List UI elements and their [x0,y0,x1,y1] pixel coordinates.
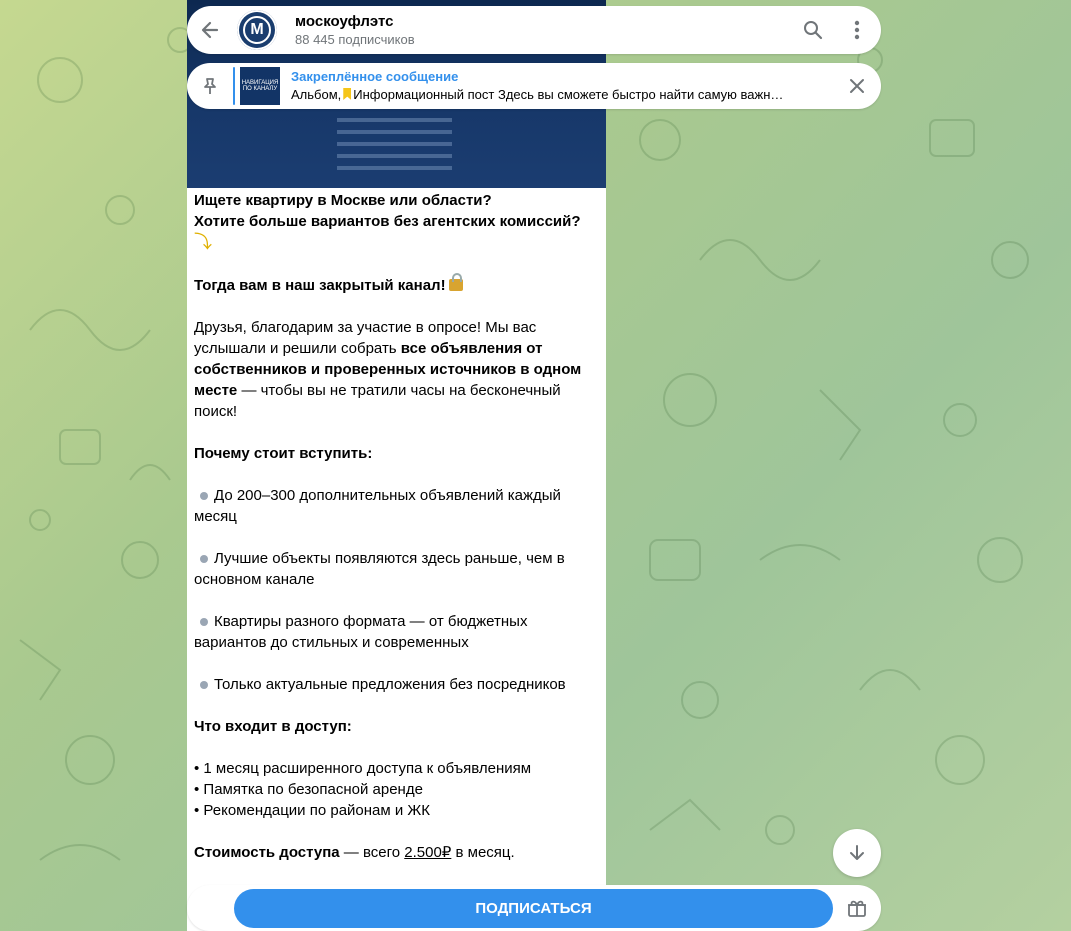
pin-icon[interactable] [192,68,228,104]
scroll-to-bottom-button[interactable] [833,829,881,877]
arrow-down-icon [850,845,864,860]
arrow-down-emoji: ⤵ [194,232,212,252]
back-arrow-icon[interactable] [192,12,228,48]
chat-header: M москоуфлэтс 88 445 подписчиков [187,6,881,54]
bullet-dot-icon [200,554,208,563]
bullet-dot-icon [200,617,208,626]
more-vertical-icon[interactable] [839,12,875,48]
lock-emoji-icon [448,273,463,291]
benefit-item: Только актуальные предложения без посред… [194,674,604,695]
question-line: Хотите больше вариантов без агентских ко… [194,213,581,230]
price-value: 2.500₽ [404,844,452,861]
cta-line: Тогда вам в наш закрытый канал! [194,273,604,296]
benefit-item: Квартиры разного формата — от бюджетных … [194,613,528,651]
benefit-item: Лучшие объекты появляются здесь раньше, … [194,550,565,588]
includes-item: • Рекомендации по районам и ЖК [194,802,431,819]
pinned-message-bar[interactable]: НАВИГАЦИЯ ПО КАНАЛУ Закреплённое сообщен… [187,63,881,109]
bullet-dot-icon [200,491,208,500]
question-line: Ищете квартиру в Москве или области? [194,192,492,209]
intro-paragraph: Друзья, благодарим за участие в опросе! … [194,319,582,420]
includes-item: • 1 месяц расширенного доступа к объявле… [194,760,532,777]
channel-title[interactable]: москоуфлэтс [295,13,393,30]
pinned-thumbnail: НАВИГАЦИЯ ПО КАНАЛУ [240,67,280,105]
search-icon[interactable] [795,12,831,48]
pinned-accent-bar [233,67,235,105]
benefit-item: До 200–300 дополнительных объявлений каж… [194,487,561,525]
bullet-dot-icon [200,680,208,689]
subscribe-button[interactable]: ПОДПИСАТЬСЯ [234,889,833,928]
close-icon[interactable] [839,68,875,104]
pinned-preview: Альбом, Информационный пост Здесь вы смож… [291,87,784,102]
why-heading: Почему стоит вступить: [194,445,373,462]
building-window-row [337,142,452,146]
pinned-title: Закреплённое сообщение [291,69,459,84]
avatar[interactable]: M [237,10,277,50]
channel-post: Ищете квартиру в Москве или области? Хот… [187,0,606,931]
subscribe-bar: ПОДПИСАТЬСЯ [187,885,881,931]
building-window-row [337,154,452,158]
price-line: Стоимость доступа — всего 2.500₽ в месяц… [194,844,515,861]
subscriber-count: 88 445 подписчиков [295,32,415,47]
bookmark-icon [343,88,352,100]
building-window-row [337,166,452,170]
includes-heading: Что входит в доступ: [194,718,352,735]
building-window-row [337,130,452,134]
includes-item: • Памятка по безопасной аренде [194,781,423,798]
building-window-row [337,118,452,122]
gift-icon[interactable] [839,890,875,926]
post-text: Ищете квартиру в Москве или области? Хот… [194,190,604,863]
